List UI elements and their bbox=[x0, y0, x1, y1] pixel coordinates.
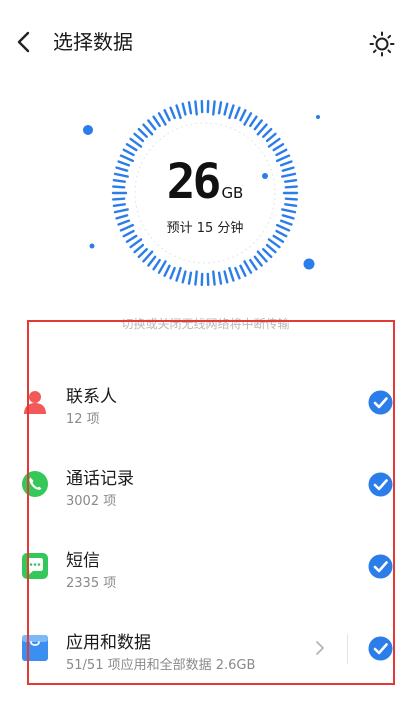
gauge-tick bbox=[228, 104, 235, 120]
gauge-tick bbox=[239, 264, 247, 277]
item-subtitle: 12 项 bbox=[66, 412, 100, 427]
gauge-tick bbox=[275, 148, 288, 157]
gauge-tick bbox=[122, 148, 135, 157]
gauge-tick bbox=[175, 266, 182, 282]
gauge-tick bbox=[142, 250, 154, 263]
gauge-tick bbox=[249, 258, 258, 271]
app-header: 选择数据 bbox=[0, 0, 411, 86]
page-title: 选择数据 bbox=[53, 30, 133, 54]
gauge-tick bbox=[181, 102, 187, 116]
decorative-dot bbox=[303, 258, 315, 270]
gauge-tick bbox=[187, 101, 193, 115]
gauge-tick bbox=[125, 143, 138, 152]
gauge-tick bbox=[194, 270, 198, 286]
item-subtitle: 3002 项 bbox=[66, 494, 117, 509]
decorative-dot bbox=[89, 243, 95, 249]
gauge-tick bbox=[265, 132, 277, 143]
decorative-dot bbox=[316, 115, 320, 119]
data-list: 联系人 12 项 通话记录 3002 项 短信 2335 项 应用和数据 51/… bbox=[0, 360, 411, 688]
list-item-contacts[interactable]: 联系人 12 项 bbox=[0, 360, 411, 442]
gauge-tick bbox=[272, 143, 285, 152]
list-item-call-log[interactable]: 通话记录 3002 项 bbox=[0, 442, 411, 524]
gauge-tick bbox=[256, 123, 268, 136]
brightness-icon bbox=[369, 31, 395, 57]
gauge-tick bbox=[169, 106, 176, 120]
gauge-tick bbox=[169, 266, 176, 280]
gauge-tick bbox=[217, 271, 223, 285]
checkbox-checked-icon[interactable] bbox=[368, 636, 393, 661]
gauge-tick bbox=[137, 127, 148, 138]
item-title: 联系人 bbox=[66, 387, 117, 407]
gauge-tick bbox=[163, 109, 171, 122]
item-subtitle: 51/51 项应用和全部数据 2.6GB bbox=[66, 658, 256, 673]
gauge-tick bbox=[152, 258, 161, 271]
gauge-tick bbox=[249, 115, 258, 128]
gauge-tick bbox=[194, 100, 198, 116]
gauge-tick bbox=[253, 119, 263, 131]
gauge-tick bbox=[142, 123, 154, 136]
network-hint: 切换或关闭无线网络将中断传输 bbox=[121, 317, 290, 331]
gauge-tick bbox=[272, 234, 285, 243]
gauge-tick bbox=[243, 112, 253, 126]
gauge-tick bbox=[253, 255, 263, 267]
gauge-tick bbox=[228, 266, 235, 282]
transfer-size-gauge: 26 GB 预计 15 分钟 bbox=[70, 90, 340, 300]
decorative-dot bbox=[83, 125, 93, 135]
gauge-tick bbox=[223, 102, 229, 116]
size-unit: GB bbox=[221, 184, 244, 202]
gauge-tick bbox=[187, 271, 193, 285]
gauge-tick bbox=[137, 248, 148, 259]
gauge-tick bbox=[262, 248, 273, 259]
gauge-tick bbox=[133, 243, 145, 254]
list-item-apps-and-data[interactable]: 应用和数据 51/51 项应用和全部数据 2.6GB bbox=[0, 606, 411, 688]
chevron-right-icon[interactable] bbox=[313, 639, 327, 657]
estimated-time: 预计 15 分钟 bbox=[166, 221, 244, 236]
gauge-tick bbox=[133, 132, 145, 143]
gauge-tick bbox=[234, 266, 241, 280]
gauge-tick bbox=[129, 137, 143, 148]
gauge-tick bbox=[152, 115, 161, 128]
list-item-sms[interactable]: 短信 2335 项 bbox=[0, 524, 411, 606]
gauge-tick bbox=[212, 270, 216, 286]
gauge-tick bbox=[157, 112, 167, 126]
divider bbox=[347, 634, 348, 664]
item-title: 通话记录 bbox=[66, 469, 134, 489]
gauge-tick bbox=[262, 127, 273, 138]
size-value: 26 bbox=[166, 154, 222, 210]
item-title: 短信 bbox=[66, 551, 100, 571]
gauge-tick bbox=[217, 101, 223, 115]
gauge-tick bbox=[212, 100, 216, 116]
gauge-tick bbox=[234, 106, 241, 120]
chevron-left-icon bbox=[17, 31, 30, 53]
phone-icon bbox=[22, 471, 48, 497]
back-button[interactable] bbox=[8, 26, 40, 58]
gauge-tick bbox=[239, 109, 247, 122]
checkbox-checked-icon[interactable] bbox=[368, 554, 393, 579]
app-bag-icon bbox=[22, 635, 48, 661]
gauge-tick bbox=[163, 264, 171, 277]
brightness-button[interactable] bbox=[366, 28, 398, 60]
gauge-tick bbox=[223, 270, 229, 284]
gauge-tick bbox=[125, 234, 138, 243]
gauge-tick bbox=[181, 270, 187, 284]
gauge-tick bbox=[256, 250, 268, 263]
gauge-tick bbox=[147, 255, 157, 267]
checkbox-checked-icon[interactable] bbox=[368, 472, 393, 497]
contact-icon bbox=[24, 391, 46, 414]
gauge-tick bbox=[267, 137, 281, 148]
gauge-tick bbox=[267, 238, 281, 249]
gauge-tick bbox=[243, 260, 253, 274]
checkbox-checked-icon[interactable] bbox=[368, 390, 393, 415]
gauge-tick bbox=[265, 243, 277, 254]
gauge-tick bbox=[147, 119, 157, 131]
size-readout: 26 GB bbox=[70, 156, 340, 219]
item-title: 应用和数据 bbox=[66, 633, 151, 653]
gauge-tick bbox=[175, 104, 182, 120]
item-subtitle: 2335 项 bbox=[66, 576, 117, 591]
gauge-tick bbox=[157, 260, 167, 274]
message-icon bbox=[22, 553, 48, 579]
gauge-tick bbox=[129, 238, 143, 249]
